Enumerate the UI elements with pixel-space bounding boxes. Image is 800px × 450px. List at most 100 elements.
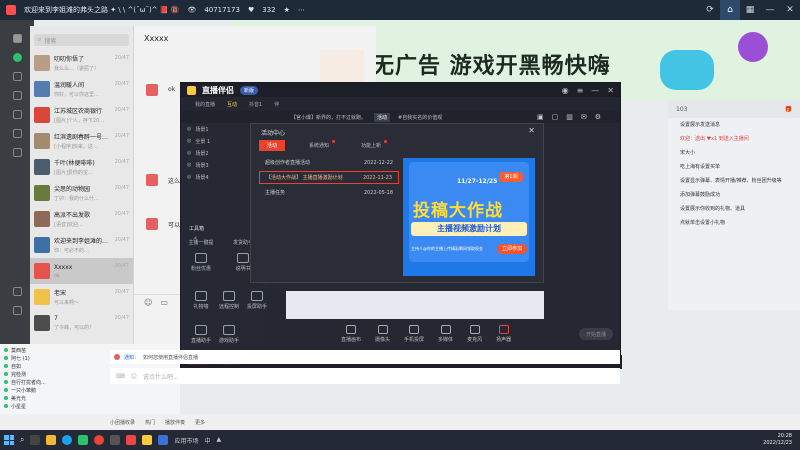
source-item[interactable]: 直播画布	[341, 325, 361, 343]
activity-row[interactable]: 【活动大作战】 主播直播激励计划 2022-11-23	[259, 171, 399, 184]
eye-icon[interactable]: ◎	[187, 138, 191, 144]
footer-item[interactable]: 播放伴奏	[165, 419, 185, 426]
file-icon[interactable]: ▭	[160, 298, 168, 307]
eye-icon[interactable]: ◎	[187, 174, 191, 180]
emoji-icon[interactable]: ☺	[131, 373, 137, 380]
contacts-icon[interactable]	[12, 72, 22, 81]
taskbar-clock[interactable]: 20:28 2022/12/23	[763, 433, 792, 447]
chrome-icon[interactable]	[94, 435, 105, 445]
eye-icon[interactable]: ◎	[187, 150, 191, 156]
favorites-icon[interactable]	[12, 91, 22, 100]
tool-item[interactable]: 粉丝优惠	[183, 253, 219, 272]
tool-item[interactable]: 投屏助手	[239, 291, 275, 310]
menu-icon[interactable]: ≡	[577, 86, 584, 95]
chat-item[interactable]: 叨叨你悟了 我么么…（委屈了） 20/47	[30, 50, 133, 76]
miniprogram-icon[interactable]	[12, 148, 22, 157]
footer-item[interactable]: 热门	[145, 419, 155, 426]
tab-activity[interactable]: 活动	[259, 140, 286, 151]
tab-my-live[interactable]: 我的直播	[195, 101, 215, 108]
chat-item[interactable]: 高派不出发歌 [语音]欢迎… 20/47	[30, 206, 133, 232]
gamepad-icon[interactable]: ⌨	[116, 373, 125, 380]
grid-icon[interactable]: ▦	[740, 0, 760, 20]
search-icon[interactable]: ⌕	[20, 435, 24, 445]
close-icon[interactable]: ✕	[528, 126, 535, 135]
ime-indicator[interactable]: 中	[205, 436, 211, 445]
version-pill[interactable]: 新版	[240, 85, 259, 95]
folder-icon[interactable]	[46, 435, 57, 445]
screen-preview[interactable]	[286, 291, 544, 319]
tool-item[interactable]: 主播一键提	[183, 239, 219, 246]
source-item[interactable]: 手机投屏	[404, 325, 424, 343]
user-avatar-icon[interactable]: ◉	[562, 86, 569, 95]
chart-icon[interactable]: ▥	[566, 113, 573, 121]
room-title: 欢迎来到李姐滩的弗头之路 ✦ \ \ ^(¯ω¯)^ 📕 🔞	[24, 6, 180, 14]
taskview-icon[interactable]	[30, 435, 41, 445]
network-icon[interactable]: ▲	[217, 436, 222, 445]
notice-topic[interactable]: #自我实名的价值观	[398, 114, 442, 121]
bag-icon[interactable]: ▢	[552, 113, 559, 121]
mail-icon[interactable]: ✉	[581, 113, 587, 121]
chat-item[interactable]: 温润暖人间 你好，可以你这里… 20/47	[30, 76, 133, 102]
source-item[interactable]: 扬声器	[496, 325, 511, 343]
close-icon[interactable]: ✕	[607, 86, 614, 95]
tab-interact[interactable]: 互动	[227, 101, 237, 108]
edge-icon[interactable]	[62, 435, 73, 445]
app-icon[interactable]	[110, 435, 121, 445]
home-icon[interactable]: ⌂	[720, 0, 740, 20]
minimize-icon[interactable]: —	[760, 0, 780, 20]
wechat-icon[interactable]	[78, 435, 89, 445]
menu-icon[interactable]	[12, 306, 22, 315]
contact-item[interactable]: 一只小笨鹅	[0, 386, 180, 394]
eye-icon[interactable]: ◎	[187, 162, 191, 168]
chat-item[interactable]: 尖思的动物园 丁卯：我的什么什… 20/47	[30, 180, 133, 206]
footer-item[interactable]: 更多	[195, 419, 205, 426]
eye-icon[interactable]: ◎	[187, 126, 191, 132]
gift-icon[interactable]: 🎁	[785, 106, 792, 113]
source-item[interactable]: 麦克风	[467, 325, 482, 343]
minimize-icon[interactable]: —	[591, 86, 599, 95]
notice-text[interactable]: 【官小爆】新界的，打不过就跑。	[291, 114, 366, 121]
notice-tag[interactable]: 活动	[374, 112, 391, 122]
join-button[interactable]: 立即参加	[497, 244, 527, 254]
star-icon[interactable]: ★	[284, 6, 290, 14]
comment-placeholder[interactable]: 说点什么吧...	[143, 372, 179, 381]
windows-start-icon[interactable]	[4, 435, 14, 445]
emoji-icon[interactable]: ☺	[144, 298, 152, 307]
contact-item[interactable]: 小星星	[0, 402, 180, 410]
phone-icon[interactable]	[12, 287, 22, 296]
source-item[interactable]: 多媒体	[438, 325, 453, 343]
close-icon[interactable]: ✕	[780, 0, 800, 20]
app-icon[interactable]	[142, 435, 153, 445]
source-item[interactable]: 摄像头	[375, 325, 390, 343]
chat-item[interactable]: 7 了令峰，可以的？ 20/47	[30, 310, 133, 336]
footer-item[interactable]: 小团播收录	[110, 419, 135, 426]
avatar[interactable]	[12, 34, 22, 43]
tab-new-features[interactable]: 功能上新	[353, 140, 389, 151]
start-live-button[interactable]: 开始直播	[579, 328, 613, 340]
tool-item[interactable]: 游戏助手	[211, 325, 247, 344]
chat-icon[interactable]	[12, 53, 22, 62]
tab-system-notice[interactable]: 系统通知	[301, 140, 337, 151]
activity-row[interactable]: 主播任务 2022-05-18	[259, 186, 399, 199]
app-icon[interactable]	[126, 435, 137, 445]
tab-douyin[interactable]: 抖音1	[249, 101, 262, 108]
chat-item[interactable]: 老宋 可以来啊～ 20/47	[30, 284, 133, 310]
chat-item[interactable]: 欢迎来到李姐滩的… 你：可必不的… 20/47	[30, 232, 133, 258]
chat-item[interactable]: Xxxxx ok 20/47	[30, 258, 133, 284]
chat-item[interactable]: 千叶(林便啡啡) [图片]爱你的宝… 20/47	[30, 154, 133, 180]
tray-label[interactable]: 应用市场	[174, 436, 198, 445]
settings-icon[interactable]: ⚙	[595, 113, 601, 121]
gift-icon[interactable]: ▣	[537, 113, 544, 121]
more-icon[interactable]: ⋯	[298, 6, 305, 14]
folder-icon[interactable]	[12, 110, 22, 119]
chat-item[interactable]: 江苏城区农商银行 [图片]个人，存下20… 20/47	[30, 102, 133, 128]
moments-icon[interactable]	[12, 129, 22, 138]
chat-item[interactable]: 红滨遗剧春醉一号… [小程序]快来，这… 20/47	[30, 128, 133, 154]
tab-companion[interactable]: 伴	[274, 101, 279, 108]
search-box[interactable]: ⌕ 搜索	[34, 34, 129, 46]
refresh-icon[interactable]: ⟳	[700, 0, 720, 20]
contact-item[interactable]: 美光光	[0, 394, 180, 402]
app-icon[interactable]	[158, 435, 169, 445]
campaign-poster[interactable]: 11/27-12/25 第1期 投稿大作战 主播视频激励计划 主持人@你的主播上…	[403, 158, 535, 276]
activity-row[interactable]: 超级创作者直播活动 2022-12-22	[259, 156, 399, 169]
